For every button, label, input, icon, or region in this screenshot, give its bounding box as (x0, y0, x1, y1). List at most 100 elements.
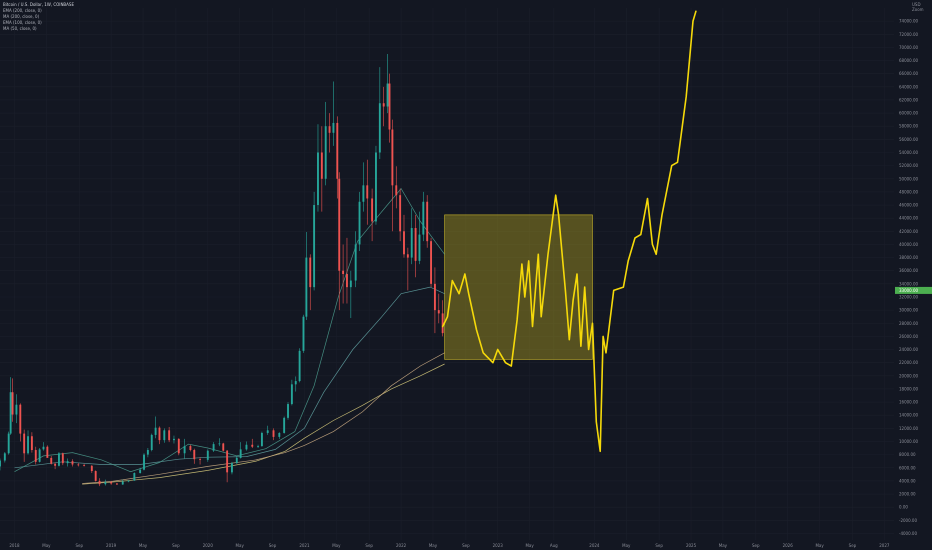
candle-body (11, 392, 14, 415)
y-tick-label: 34000.00 (899, 281, 919, 286)
candle-body (388, 83, 391, 130)
candle-body (332, 122, 335, 133)
candle-body (386, 83, 389, 107)
x-tick-label: 2024 (589, 543, 600, 548)
y-tick-label: 24000.00 (899, 347, 919, 352)
y-tick-label: 18000.00 (899, 386, 919, 391)
price-axis[interactable]: -4000.00 -2000.00 0.00 2000.00 4000.00 6000.0… (899, 19, 919, 536)
candle-body (27, 436, 29, 454)
candle-body (251, 444, 254, 447)
candle-body (418, 234, 421, 261)
candle-body (406, 254, 409, 258)
candle-body (58, 453, 60, 466)
chart-legend: Bitcoin / U.S. Dollar, 1W, COINBASE EMA … (3, 2, 74, 32)
candle-body (104, 482, 107, 485)
y-tick-label: 58000.00 (899, 124, 919, 129)
y-tick-label: 32000.00 (899, 294, 919, 299)
candle-body (212, 444, 215, 451)
candle-body (358, 201, 361, 245)
candle-body (260, 432, 263, 447)
candle-body (183, 446, 186, 454)
candle-body (336, 122, 339, 179)
candle-body (283, 417, 286, 433)
x-tick-label: 2023 (493, 543, 504, 548)
candle-body (19, 404, 22, 434)
y-tick-label: 22000.00 (899, 360, 919, 365)
ma-line-ma200 (82, 352, 445, 484)
candle-body (226, 450, 229, 473)
y-tick-label: 72000.00 (899, 32, 919, 37)
candle-body (115, 483, 118, 485)
candle-body (391, 129, 394, 186)
currency-sublabel: Zoom (912, 7, 924, 12)
candle-body (23, 433, 26, 454)
candle-body (77, 464, 80, 466)
x-tick-label: Sep (462, 543, 470, 548)
candle-body (302, 316, 305, 351)
price-chart[interactable]: -4000.00 -2000.00 0.00 2000.00 4000.00 6000.0… (0, 0, 932, 550)
x-tick-label: May (815, 543, 824, 548)
candle-body (146, 450, 149, 455)
y-tick-label: 44000.00 (899, 216, 919, 221)
x-tick-label: Sep (849, 543, 857, 548)
candle-body (382, 103, 385, 107)
x-tick-label: Sep (75, 543, 83, 548)
candle-body (0, 460, 1, 467)
x-tick-label: May (719, 543, 728, 548)
candle-body (426, 201, 429, 242)
candle-body (362, 185, 365, 202)
candle-body (290, 384, 293, 405)
candle-body (7, 433, 10, 454)
indicator-ma50[interactable]: MA (50, close, 0) (3, 26, 74, 32)
x-tick-label: May (429, 543, 438, 548)
candle-body (189, 446, 192, 451)
candle-body (313, 205, 316, 288)
y-tick-label: 12000.00 (899, 426, 919, 431)
current-price-tag: 33000.00 (895, 286, 932, 294)
x-tick-label: Sep (172, 543, 180, 548)
y-tick-label: 64000.00 (899, 84, 919, 89)
y-tick-label: 50000.00 (899, 176, 919, 181)
time-axis[interactable]: 2018 May Sep 2019 May Sep 2020 May Sep 2021 May Sep… (9, 543, 889, 548)
candle-body (222, 443, 225, 451)
x-tick-label: 2021 (299, 543, 310, 548)
candle-body (61, 453, 64, 464)
candle-body (371, 198, 374, 222)
chart-area[interactable]: -4000.00 -2000.00 0.00 2000.00 4000.00 6000.0… (0, 0, 932, 550)
x-tick-label: May (139, 543, 148, 548)
candle-body (328, 126, 331, 133)
candle-body (231, 463, 233, 473)
x-tick-label: 2019 (106, 543, 117, 548)
y-tick-label: 60000.00 (899, 111, 919, 116)
candle-body (414, 228, 417, 261)
y-tick-label: 20000.00 (899, 373, 919, 378)
candle-body (50, 457, 53, 464)
candle-body (410, 228, 413, 258)
candle-body (294, 381, 297, 385)
candle-body (266, 430, 269, 433)
candle-body (338, 178, 341, 271)
y-tick-label: 68000.00 (899, 58, 919, 63)
x-tick-label: 2026 (783, 543, 794, 548)
x-tick-label: May (42, 543, 51, 548)
candle-body (317, 152, 319, 206)
y-tick-label: 16000.00 (899, 400, 919, 405)
candle-body (422, 201, 425, 235)
x-tick-label: Sep (752, 543, 760, 548)
current-price-label: 33000.00 (899, 288, 919, 293)
candle-body (309, 257, 312, 288)
y-tick-label: -4000.00 (899, 531, 917, 536)
candle-body (349, 280, 352, 288)
candle-body (366, 185, 369, 199)
candle-body (133, 473, 136, 481)
candle-body (239, 449, 242, 458)
y-tick-label: 38000.00 (899, 255, 919, 260)
candle-body (272, 430, 275, 437)
y-tick-label: 62000.00 (899, 97, 919, 102)
y-tick-label: 0.00 (899, 505, 908, 510)
candle-body (298, 350, 301, 382)
candle-body (173, 438, 175, 441)
candle-body (38, 449, 41, 462)
candle-body (83, 465, 86, 466)
y-tick-label: 66000.00 (899, 71, 919, 76)
